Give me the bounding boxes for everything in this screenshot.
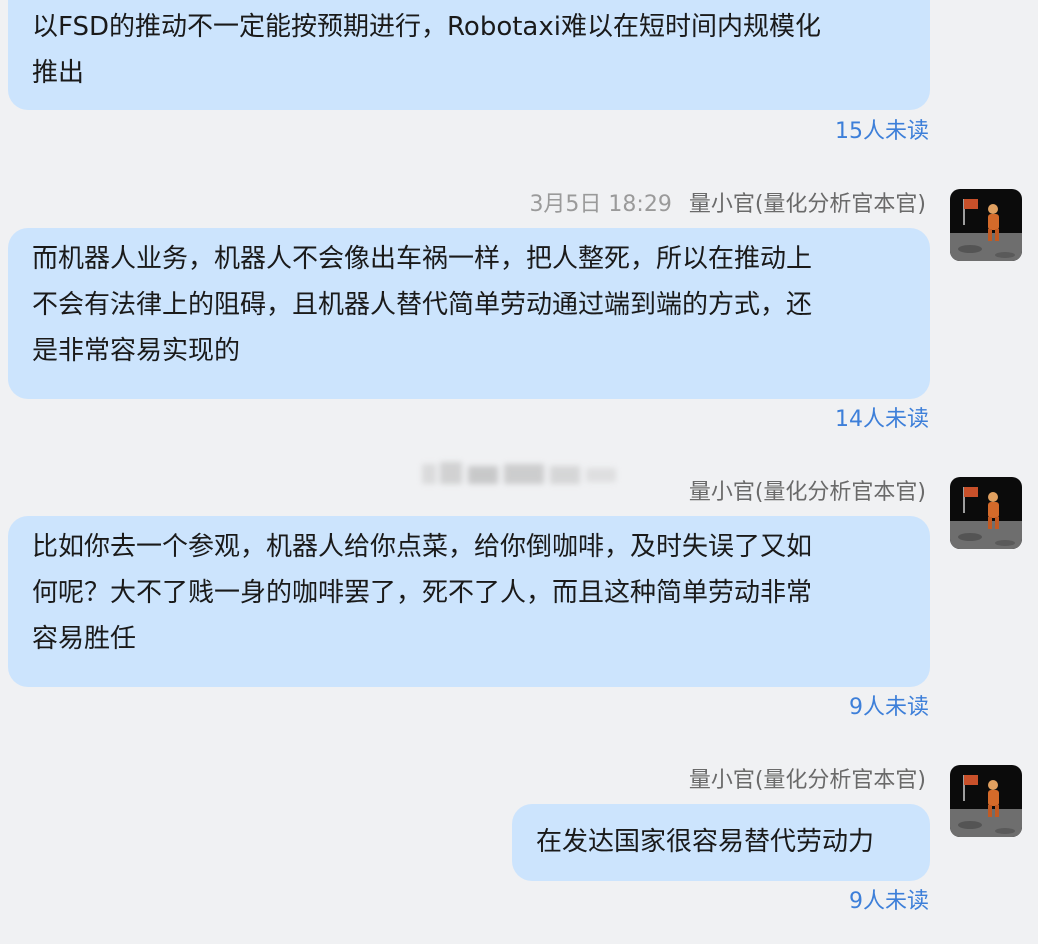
message-text-line: 以FSD的推动不一定能按预期进行，Robotaxi难以在短时间内规模化 — [32, 12, 821, 42]
message-timestamp: 3月5日 18:29 — [529, 192, 672, 217]
message-bubble[interactable]: 在发达国家很容易替代劳动力 — [512, 804, 930, 881]
message-bubble[interactable]: 而机器人业务，机器人不会像出车祸一样，把人整死，所以在推动上 不会有法律上的阻碍… — [8, 228, 930, 399]
message-meta: 量小官(量化分析官本官) — [689, 766, 926, 796]
unread-count[interactable]: 14人未读 — [835, 406, 929, 434]
redacted-text — [422, 462, 616, 484]
message-text-line: 容易胜任 — [32, 624, 137, 654]
unread-count[interactable]: 9人未读 — [849, 888, 929, 916]
message-bubble[interactable]: 以FSD的推动不一定能按预期进行，Robotaxi难以在短时间内规模化 推出 — [8, 0, 930, 110]
message-text-line: 在发达国家很容易替代劳动力 — [536, 827, 875, 857]
message-bubble[interactable]: 比如你去一个参观，机器人给你点菜，给你倒咖啡，及时失误了又如 何呢？大不了贱一身… — [8, 516, 930, 687]
sender-name: 量小官(量化分析官本官) — [688, 480, 926, 505]
message-text-line: 推出 — [32, 58, 85, 88]
astronaut-on-moon-avatar-icon — [950, 765, 1022, 837]
message-text-line: 比如你去一个参观，机器人给你点菜，给你倒咖啡，及时失误了又如 — [32, 532, 813, 562]
unread-count[interactable]: 9人未读 — [849, 694, 929, 722]
message-text-line: 而机器人业务，机器人不会像出车祸一样，把人整死，所以在推动上 — [32, 244, 813, 274]
sender-avatar[interactable] — [950, 765, 1022, 837]
astronaut-on-moon-avatar-icon — [950, 477, 1022, 549]
sender-avatar[interactable] — [950, 477, 1022, 549]
message-meta: 3月5日 18:29 量小官(量化分析官本官) — [529, 190, 926, 220]
sender-name: 量小官(量化分析官本官) — [688, 768, 926, 793]
astronaut-on-moon-avatar-icon — [950, 189, 1022, 261]
message-text-line: 不会有法律上的阻碍，且机器人替代简单劳动通过端到端的方式，还 — [32, 290, 813, 320]
message-text-line: 何呢？大不了贱一身的咖啡罢了，死不了人，而且这种简单劳动非常 — [32, 578, 813, 608]
message-meta: 量小官(量化分析官本官) — [689, 478, 926, 508]
message-text-line: 是非常容易实现的 — [32, 336, 241, 366]
sender-avatar[interactable] — [950, 189, 1022, 261]
sender-name: 量小官(量化分析官本官) — [688, 192, 926, 217]
unread-count[interactable]: 15人未读 — [835, 118, 929, 146]
